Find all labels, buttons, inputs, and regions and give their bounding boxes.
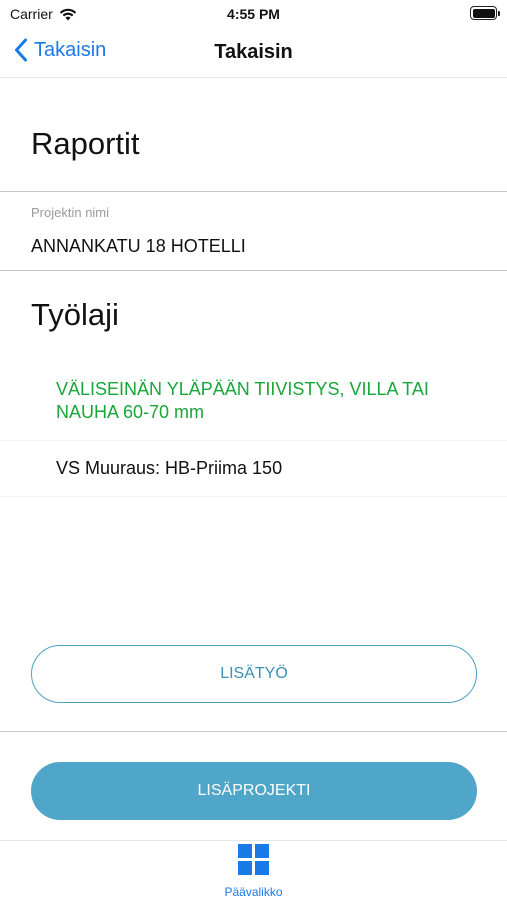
worktype-item[interactable]: VS Muuraus: HB-Priima 150: [0, 441, 507, 497]
tab-main-menu[interactable]: Päävalikko: [203, 841, 304, 900]
navigation-bar: Takaisin Takaisin: [0, 28, 507, 78]
extra-project-button[interactable]: LISÄPROJEKTI: [31, 762, 477, 820]
worktype-item[interactable]: VÄLISEINÄN YLÄPÄÄN TIIVISTYS, VILLA TAI …: [0, 366, 507, 441]
tab-bar: Päävalikko: [0, 840, 507, 900]
worktype-item-label: VS Muuraus: HB-Priima 150: [56, 458, 283, 478]
section-divider: [0, 191, 507, 192]
extra-work-button[interactable]: LISÄTYÖ: [31, 645, 477, 703]
status-time: 4:55 PM: [227, 6, 280, 22]
nav-title: Takaisin: [214, 41, 293, 63]
battery-level: [472, 8, 495, 18]
worktype-heading: Työlaji: [31, 297, 119, 332]
project-name-value[interactable]: ANNANKATU 18 HOTELLI: [31, 236, 246, 257]
battery-icon: [470, 6, 500, 20]
button-divider: [0, 731, 507, 732]
worktype-item-label: VÄLISEINÄN YLÄPÄÄN TIIVISTYS, VILLA TAI …: [56, 379, 429, 422]
tab-label: Päävalikko: [224, 885, 283, 899]
grid-icon: [238, 844, 269, 875]
project-name-label: Projektin nimi: [31, 205, 110, 220]
field-divider: [0, 270, 507, 271]
status-bar: Carrier 4:55 PM: [0, 0, 507, 28]
reports-heading: Raportit: [31, 126, 140, 161]
